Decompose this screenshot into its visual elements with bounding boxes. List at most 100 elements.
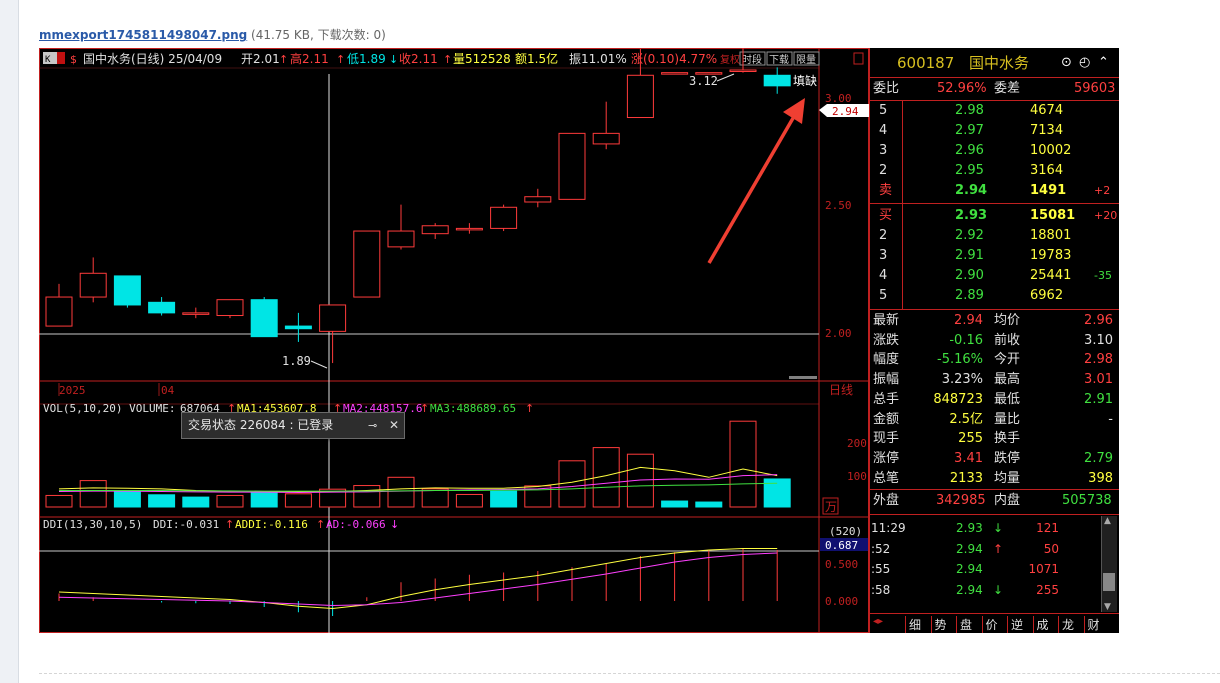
- stat-label: 最高: [994, 372, 1021, 388]
- scroll-down-icon[interactable]: ▼: [1104, 602, 1111, 612]
- candle: [353, 230, 381, 298]
- stat-label: 现手: [873, 431, 900, 447]
- book-level: 2: [879, 228, 888, 243]
- clock-icon[interactable]: ◴: [1079, 51, 1090, 75]
- stats-row: 涨跌 -0.16 前收 3.10: [870, 331, 1119, 351]
- ask-row[interactable]: 4 2.97 7134: [870, 121, 1119, 141]
- candle-body: [284, 325, 312, 330]
- stat-value: 3.10: [1084, 332, 1113, 348]
- pin-icon[interactable]: ⊸: [368, 413, 377, 438]
- book-change: +20: [1094, 209, 1118, 222]
- candle: [284, 312, 312, 342]
- layout-toggle-icon[interactable]: [853, 52, 864, 65]
- stat-label: 换手: [994, 431, 1021, 447]
- scroll-thumb[interactable]: [789, 376, 817, 379]
- waipan-value: 342985: [936, 493, 986, 508]
- book-level: 买: [879, 208, 893, 223]
- stat-label: 均价: [994, 313, 1021, 328]
- tick-scrollbar[interactable]: ▲ ▼: [1101, 516, 1117, 612]
- stock-code: 600187: [897, 54, 955, 72]
- tab-prev-icon[interactable]: ◂▸: [873, 616, 883, 627]
- price-tick-2-00: 2.00: [825, 327, 852, 340]
- xiazai-button[interactable]: 下载: [769, 54, 789, 66]
- book-volume: 10002: [1030, 143, 1072, 158]
- bid-row[interactable]: 5 2.89 6962: [870, 286, 1119, 306]
- volume-bar: [729, 420, 757, 508]
- stat-label: 前收: [994, 332, 1021, 348]
- volume-ma-line: [58, 466, 778, 493]
- stock-name: 国中水务: [969, 54, 1030, 72]
- candle: [763, 67, 791, 94]
- stats-row: 最新 2.94 均价 2.96: [870, 311, 1119, 331]
- tick-time: :55: [871, 562, 891, 576]
- target-icon[interactable]: ⊙: [1061, 51, 1072, 75]
- arrow-up-icon: ↑: [420, 402, 429, 415]
- volume-bar: [695, 501, 723, 508]
- tick-row: :52 2.94 ↑ 50: [870, 539, 1119, 559]
- tianque-label: 填缺: [793, 73, 817, 88]
- arrow-down-icon: ↓: [993, 582, 1004, 597]
- divider: [870, 203, 1119, 204]
- book-level: 5: [879, 288, 888, 303]
- attachment-file-link[interactable]: mmexport1745811498047.png: [39, 28, 247, 42]
- book-price: 2.96: [955, 143, 984, 158]
- stats-row: 振幅 3.23% 最高 3.01: [870, 370, 1119, 390]
- stats-row: 涨停 3.41 跌停 2.79: [870, 449, 1119, 469]
- stat-value: 2.96: [1084, 313, 1113, 328]
- ddi-legend-ad: AD:-0.066: [326, 518, 386, 531]
- price-tick-2-50: 2.50: [825, 199, 852, 212]
- ask-row[interactable]: 3 2.96 10002: [870, 141, 1119, 161]
- book-volume: 3164: [1030, 163, 1064, 178]
- stat-value: 2.91: [1084, 391, 1113, 407]
- scroll-up-icon[interactable]: ▲: [1104, 516, 1111, 526]
- candle-body: [524, 196, 552, 203]
- quote-tab[interactable]: 龙: [1058, 616, 1074, 633]
- quote-tab[interactable]: 价: [981, 616, 998, 633]
- bid-row[interactable]: 2 2.92 18801: [870, 226, 1119, 246]
- stats-row: 金额 2.5亿 量比 -: [870, 410, 1119, 430]
- stat-value: 3.41: [954, 450, 983, 466]
- divider: [870, 309, 1119, 310]
- stat-value: 398: [1088, 470, 1113, 486]
- candle-body: [763, 74, 791, 87]
- quote-tab[interactable]: 财: [1083, 616, 1100, 633]
- annot-high: 3.12: [689, 74, 718, 88]
- candle: [148, 297, 176, 316]
- ask-row[interactable]: 5 2.98 4674: [870, 101, 1119, 121]
- bid-row[interactable]: 买 2.93 15081 +20: [870, 206, 1119, 226]
- candle: [661, 72, 689, 75]
- ddi-tick-0-000: 0.000: [825, 595, 858, 608]
- book-price: 2.91: [955, 248, 984, 263]
- bid-row[interactable]: 4 2.90 25441 -35: [870, 266, 1119, 286]
- period-label: 日线: [829, 383, 853, 397]
- quote-tab[interactable]: 成: [1032, 616, 1049, 633]
- weicha-label: 委差: [994, 81, 1021, 96]
- shiduan-button[interactable]: 时段: [742, 53, 762, 66]
- quote-tab[interactable]: 细: [905, 616, 921, 633]
- ask-row[interactable]: 卖 2.94 1491 +2: [870, 181, 1119, 201]
- ddi-lines-group: [58, 548, 778, 616]
- scroll-thumb-icon[interactable]: [1103, 573, 1115, 591]
- tick-volume: 1071: [1028, 562, 1059, 576]
- fuquan-button[interactable]: 复权: [720, 53, 740, 66]
- volume-bar: [421, 488, 449, 508]
- book-price: 2.89: [955, 288, 984, 303]
- header-open: 开2.01: [241, 52, 280, 66]
- candle-body: [250, 299, 278, 338]
- quote-tab[interactable]: 势: [930, 616, 947, 633]
- candle-body: [319, 304, 347, 332]
- quote-tab[interactable]: 逆: [1007, 616, 1023, 633]
- collapse-up-icon[interactable]: ⌃: [1098, 51, 1109, 75]
- xianliang-button[interactable]: 限量: [796, 54, 816, 66]
- quote-tab[interactable]: 盘: [956, 616, 972, 633]
- header-low: 低1.89: [347, 52, 386, 66]
- close-icon[interactable]: ✕: [389, 413, 399, 438]
- book-volume: 25441: [1030, 268, 1072, 283]
- volume-bar: [79, 480, 107, 508]
- ask-row[interactable]: 2 2.95 3164: [870, 161, 1119, 181]
- stat-value: -: [1108, 411, 1113, 427]
- arrow-down-icon: ↓: [390, 518, 399, 531]
- volume-bar: [353, 485, 381, 508]
- ddi-tick-0-500: 0.500: [825, 558, 858, 571]
- bid-row[interactable]: 3 2.91 19783: [870, 246, 1119, 266]
